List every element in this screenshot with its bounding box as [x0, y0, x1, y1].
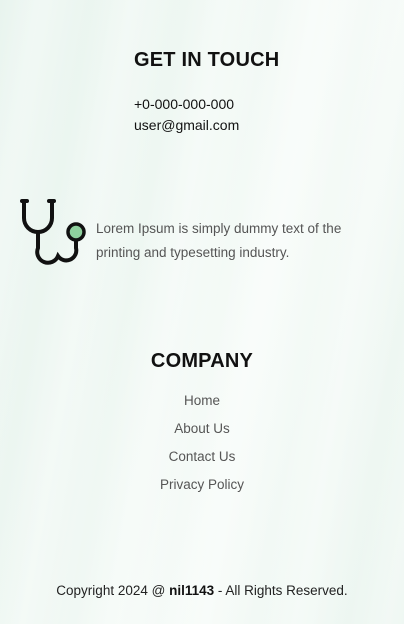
stethoscope-icon — [20, 199, 86, 265]
get-in-touch-section: GET IN TOUCH +0-000-000-000 user@gmail.c… — [0, 49, 404, 136]
company-section: COMPANY Home About Us Contact Us Privacy… — [0, 350, 404, 499]
company-heading: COMPANY — [150, 350, 254, 372]
copyright-line: Copyright 2024 @ nil1143 - All Rights Re… — [0, 583, 404, 598]
footer-link-contact-us[interactable]: Contact Us — [0, 443, 404, 471]
get-in-touch-heading: GET IN TOUCH — [134, 49, 280, 71]
footer-link-privacy-policy[interactable]: Privacy Policy — [0, 471, 404, 499]
mission-text: Lorem Ipsum is simply dummy text of the … — [96, 221, 342, 260]
copyright-suffix: - All Rights Reserved. — [214, 583, 348, 598]
mission-section: Lorem Ipsum is simply dummy text of the … — [0, 198, 404, 270]
footer-link-home[interactable]: Home — [0, 387, 404, 415]
copyright-prefix: Copyright 2024 @ — [56, 583, 170, 598]
contact-phone[interactable]: +0-000-000-000 — [134, 94, 404, 115]
footer-link-about-us[interactable]: About Us — [0, 415, 404, 443]
copyright-brand: nil1143 — [169, 583, 215, 598]
contact-email[interactable]: user@gmail.com — [134, 115, 404, 136]
